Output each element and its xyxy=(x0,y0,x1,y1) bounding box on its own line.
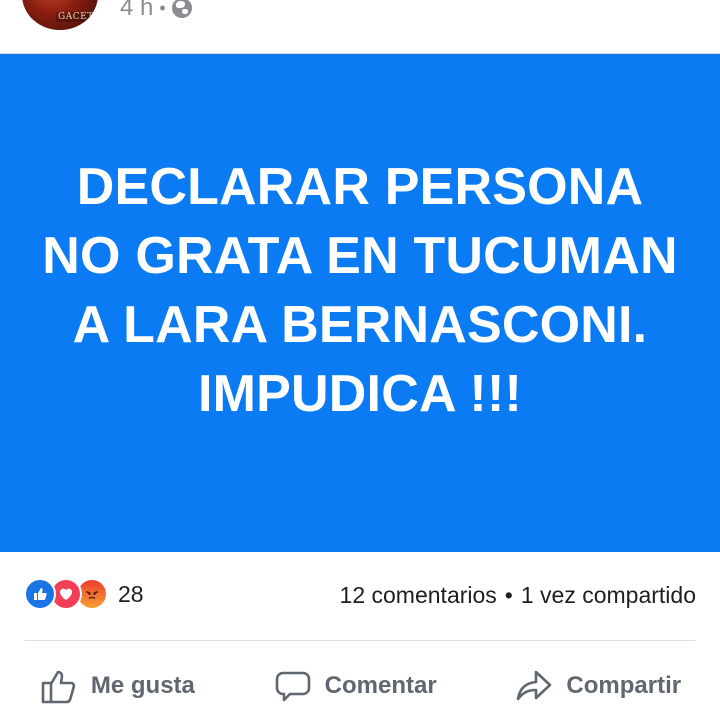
comment-bubble-icon xyxy=(273,666,313,706)
comment-button-label: Comentar xyxy=(324,672,437,699)
post-text: DECLARAR PERSONA NO GRATA EN TUCUMAN A L… xyxy=(42,158,678,423)
avatar-tag: GACETA xyxy=(56,12,98,22)
post-time[interactable]: 4 h xyxy=(120,0,153,22)
thumbs-up-icon xyxy=(39,666,79,706)
share-button[interactable]: Compartir xyxy=(514,666,681,706)
reactions-summary[interactable]: 28 xyxy=(24,578,144,610)
post-header: GACETA 4 h • xyxy=(0,0,720,54)
like-button[interactable]: Me gusta xyxy=(39,666,195,706)
meta-separator: • xyxy=(159,0,166,18)
shares-count-link[interactable]: 1 vez compartido xyxy=(521,582,696,608)
stats-separator: • xyxy=(504,582,513,608)
post-meta: 4 h • xyxy=(120,0,192,22)
share-arrow-icon xyxy=(514,666,554,706)
actions-divider xyxy=(24,640,696,641)
like-button-label: Me gusta xyxy=(90,672,195,699)
post-stats: 28 12 comentarios • 1 vez compartido xyxy=(0,572,720,622)
post-background[interactable]: DECLARAR PERSONA NO GRATA EN TUCUMAN A L… xyxy=(0,54,720,552)
reaction-count: 28 xyxy=(118,580,144,607)
author-avatar[interactable]: GACETA xyxy=(22,0,98,30)
globe-icon xyxy=(171,0,192,18)
share-button-label: Compartir xyxy=(566,672,682,699)
action-bar: Me gusta Comentar Compartir xyxy=(0,650,720,722)
engagement-counts: 12 comentarios • 1 vez compartido xyxy=(340,582,696,609)
comments-count-link[interactable]: 12 comentarios xyxy=(340,582,497,608)
comment-button[interactable]: Comentar xyxy=(273,666,437,706)
like-icon xyxy=(24,578,56,610)
